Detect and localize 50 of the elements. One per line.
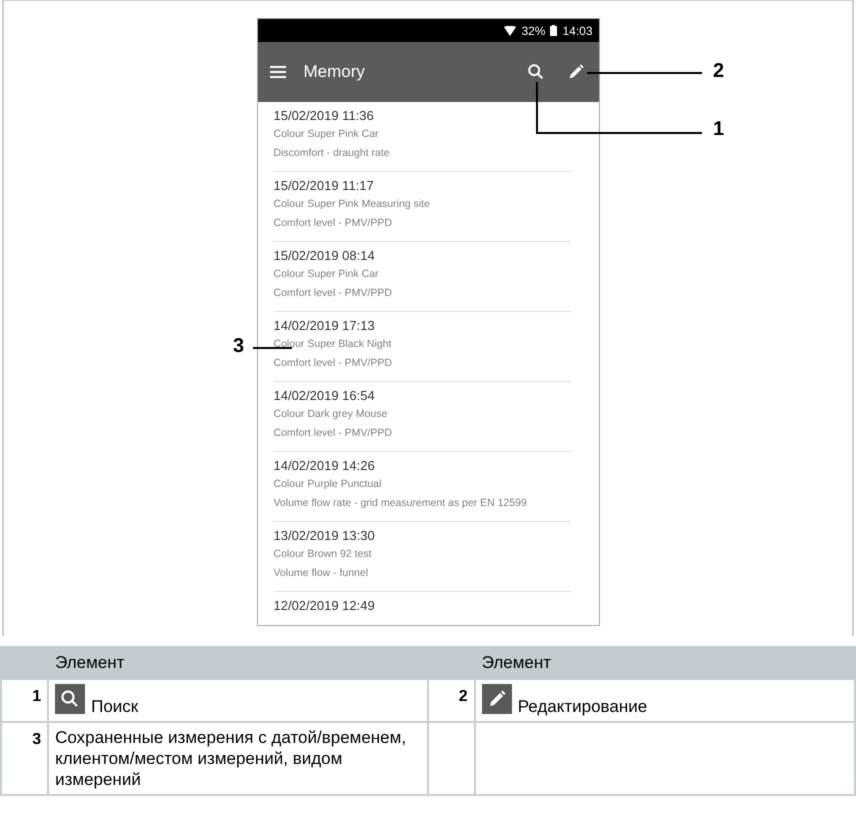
record-measurement: Volume flow rate - grid measurement as per EN 12599 <box>274 496 528 511</box>
record-datetime: 12/02/2019 12:49 <box>274 597 376 615</box>
item-number: 2 <box>458 688 468 705</box>
item-description: Сохраненные измерения с датой/временем, клиентом/местом измерений, видом измерений <box>55 728 406 789</box>
record-datetime: 13/02/2019 13:30 <box>274 527 376 545</box>
column-header: Элемент <box>474 647 855 679</box>
record-measurement: Volume flow - funnel <box>274 566 370 581</box>
search-icon[interactable] <box>526 63 544 81</box>
record-customer: Colour Super Pink Car <box>274 267 380 282</box>
record-datetime: 14/02/2019 16:54 <box>274 387 376 405</box>
record-customer: Colour Super Pink Measuring site <box>274 197 431 212</box>
menu-icon[interactable] <box>270 66 286 78</box>
record-datetime: 14/02/2019 14:26 <box>274 457 376 475</box>
record-datetime: 14/02/2019 17:13 <box>274 317 376 335</box>
clock-time: 14:03 <box>562 24 592 38</box>
wifi-icon <box>504 26 516 36</box>
record-measurement: Comfort level - PMV/PPD <box>274 216 393 231</box>
magnifier-glyph[interactable] <box>60 689 80 709</box>
record-datetime: 15/02/2019 08:14 <box>274 247 376 265</box>
item-description: Редактирование <box>518 696 648 717</box>
item-description: Поиск <box>91 696 138 717</box>
record-measurement: Comfort level - PMV/PPD <box>274 356 393 371</box>
record-customer: Colour Super Pink Car <box>274 127 380 142</box>
record-item[interactable]: 14/02/2019 14:26 Colour Purple Punctual Volume flow rate - grid measurement as per EN 12599 <box>274 452 570 522</box>
screen-title: Memory <box>304 62 366 82</box>
record-customer: Colour Purple Punctual <box>274 477 382 492</box>
record-item[interactable]: 14/02/2019 17:13 Colour Super Black Night Comfort level - PMV/PPD <box>274 312 570 382</box>
record-item[interactable]: 15/02/2019 11:17 Colour Super Pink Measuring site Comfort level - PMV/PPD <box>274 172 570 242</box>
record-item[interactable]: 13/02/2019 13:30 Colour Brown 92 test Volume flow - funnel <box>274 522 570 592</box>
record-customer: Colour Super Black Night <box>274 337 392 352</box>
callout-number: 3 <box>233 335 244 358</box>
battery-icon <box>550 25 558 36</box>
record-datetime: 15/02/2019 11:36 <box>274 107 375 125</box>
callout-number: 2 <box>713 60 724 83</box>
record-measurement: Comfort level - PMV/PPD <box>274 286 393 301</box>
record-measurement: Comfort level - PMV/PPD <box>274 426 393 441</box>
record-customer: Colour Brown 92 test <box>274 547 373 562</box>
record-item[interactable]: 15/02/2019 11:36 Colour Super Pink Car Discomfort - draught rate <box>274 102 570 172</box>
battery-percent: 32% <box>521 24 546 38</box>
record-datetime: 15/02/2019 11:17 <box>274 177 375 195</box>
column-header: Элемент <box>48 647 428 679</box>
record-customer: Colour Dark grey Mouse <box>274 407 388 422</box>
leader-line <box>253 347 292 349</box>
record-item[interactable]: 15/02/2019 08:14 Colour Super Pink Car Comfort level - PMV/PPD <box>274 242 570 312</box>
record-measurement: Discomfort - draught rate <box>274 146 391 161</box>
item-number: 3 <box>32 731 42 748</box>
record-item[interactable]: 14/02/2019 16:54 Colour Dark grey Mouse Comfort level - PMV/PPD <box>274 382 570 452</box>
callout-number: 1 <box>713 118 724 141</box>
item-number: 1 <box>32 688 42 705</box>
edit-icon[interactable] <box>566 63 584 81</box>
